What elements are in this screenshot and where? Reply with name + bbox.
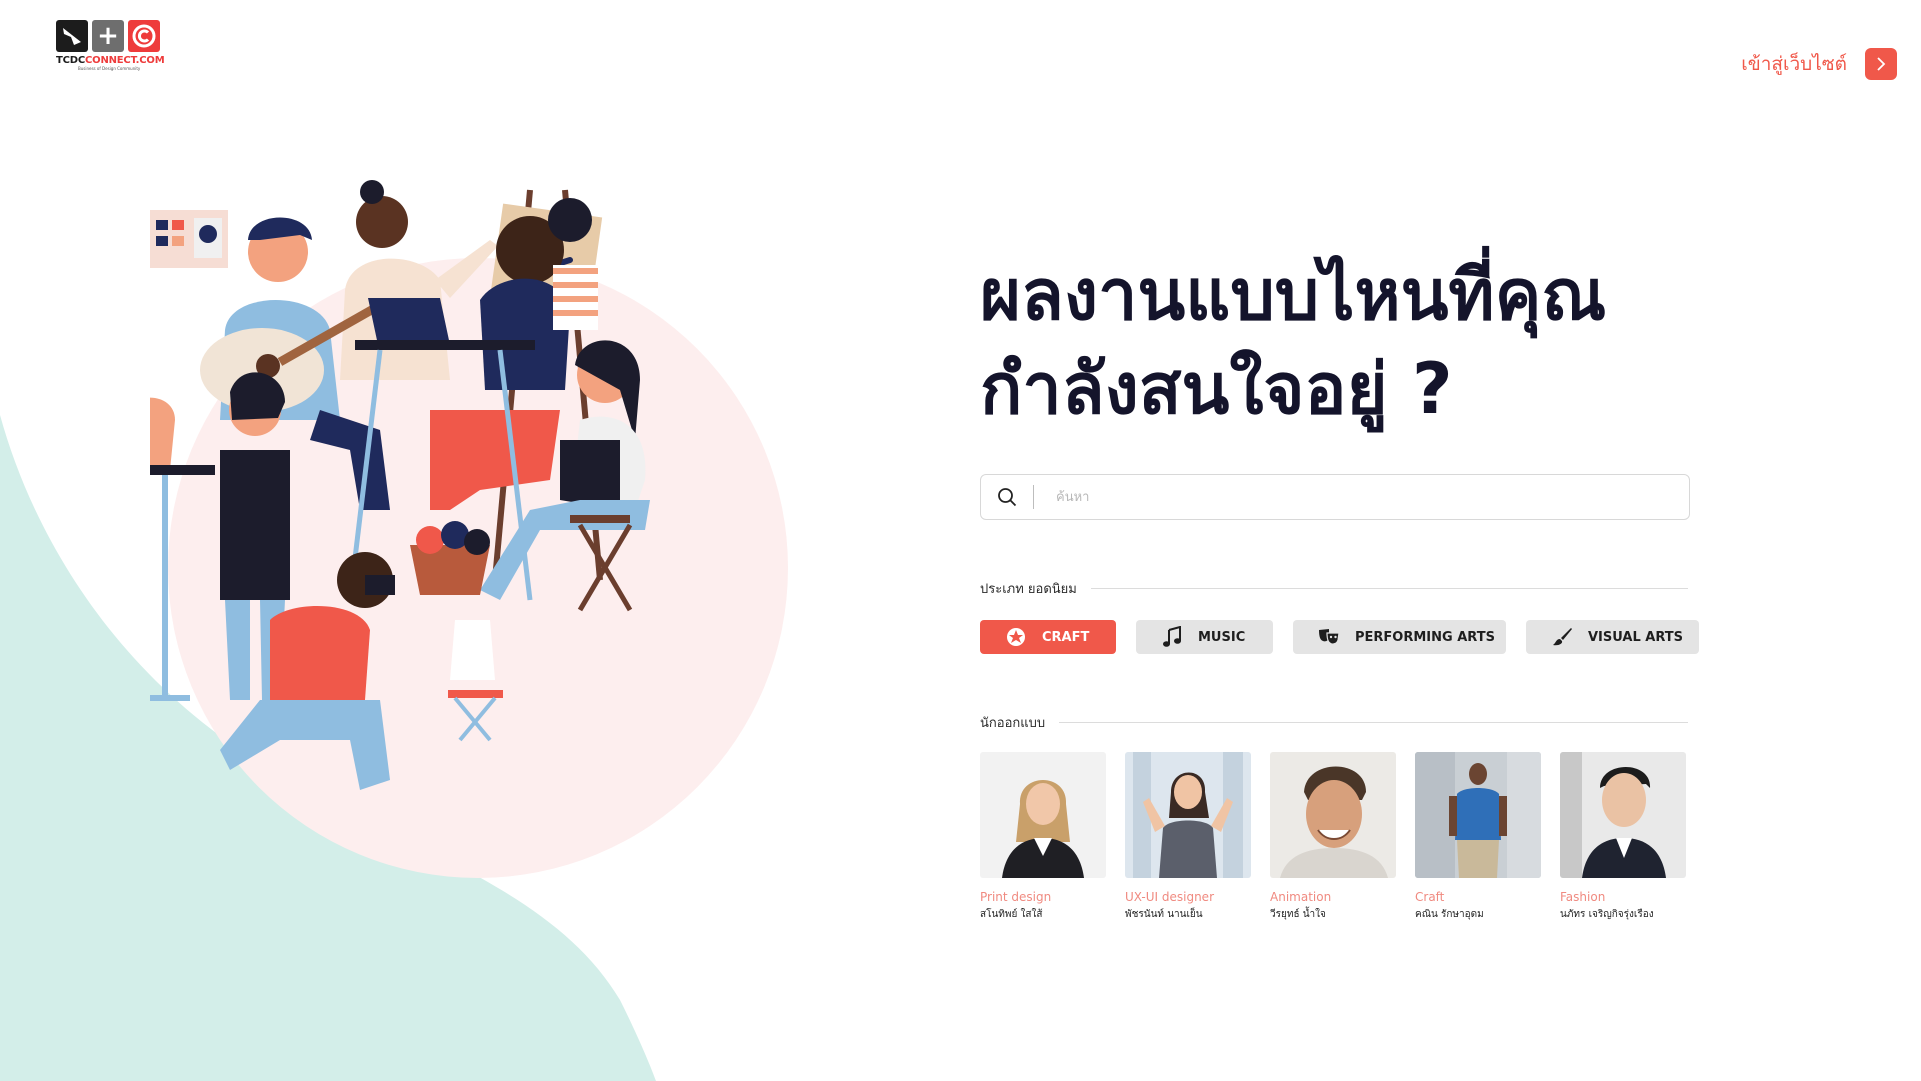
category-list: CRAFT MUSIC PERFORMING ARTS VISUAL ARTS: [980, 620, 1699, 654]
designer-card[interactable]: Print design สโนทิพย์ ใสใส้: [980, 752, 1106, 922]
designers-section-header: นักออกแบบ: [980, 712, 1688, 733]
wall-palette-card: [150, 210, 228, 268]
designer-list: Print design สโนทิพย์ ใสใส้ UX-UI design…: [980, 752, 1686, 922]
category-craft-button[interactable]: CRAFT: [980, 620, 1116, 654]
designer-photo: [980, 752, 1106, 878]
designer-name: สโนทิพย์ ใสใส้: [980, 909, 1043, 920]
sculptor-figure: [150, 372, 290, 701]
tcdc-connect-logo[interactable]: + TCDCCONNECT.COM Business of Design Com…: [56, 20, 168, 74]
designer-name: คณิน รักษาอุดม: [1415, 909, 1484, 920]
logo-text-connect: CONNECT.COM: [85, 55, 165, 66]
designer-name: พัชรนันท์ นานเย็น: [1125, 909, 1203, 920]
enter-website-label: เข้าสู่เว็บไซต์: [1741, 53, 1847, 75]
hero-line-2: กำลังสนใจอยู่ ?: [980, 348, 1453, 430]
search-bar[interactable]: [980, 474, 1690, 520]
category-label: VISUAL ARTS: [1588, 629, 1684, 645]
chevron-right-icon[interactable]: [1865, 48, 1897, 80]
hero-line-1: ผลงานแบบไหนที่คุณ: [980, 254, 1607, 336]
category-label: PERFORMING ARTS: [1355, 629, 1495, 645]
theater-masks-icon: [1317, 625, 1341, 649]
craft-badge-icon: [1004, 625, 1028, 649]
search-icon[interactable]: [981, 487, 1033, 507]
designer-photo: [1415, 752, 1541, 878]
designer-name: วีรยุทธ์ น้ำใจ: [1270, 909, 1326, 920]
music-note-icon: [1160, 625, 1184, 649]
designer-card[interactable]: Craft คณิน รักษาอุดม: [1415, 752, 1541, 922]
category-label: MUSIC: [1198, 629, 1246, 645]
paint-brush-icon: [1550, 625, 1574, 649]
logo-copyright-icon: [128, 20, 160, 52]
hero-headline: ผลงานแบบไหนที่คุณ กำลังสนใจอยู่ ?: [980, 248, 1740, 436]
section-divider: [1059, 722, 1688, 723]
category-music-button[interactable]: MUSIC: [1136, 620, 1273, 654]
logo-mark-icon: [56, 20, 88, 52]
logo-text-tcdc: TCDC: [56, 55, 85, 66]
striped-flag: [553, 265, 598, 330]
designer-role: UX-UI designer: [1125, 890, 1214, 904]
enter-website-link[interactable]: เข้าสู่เว็บไซต์: [1741, 48, 1897, 80]
designer-card[interactable]: UX-UI designer พัชรนันท์ นานเย็น: [1125, 752, 1251, 922]
categories-section-header: ประเภท ยอดนิยม: [980, 578, 1688, 599]
category-visual-arts-button[interactable]: VISUAL ARTS: [1526, 620, 1699, 654]
designer-role: Craft: [1415, 890, 1445, 904]
category-performing-arts-button[interactable]: PERFORMING ARTS: [1293, 620, 1506, 654]
section-divider: [1090, 588, 1688, 589]
designer-role: Print design: [980, 890, 1052, 904]
logo-subtitle: Business of Design Community: [78, 66, 141, 71]
creative-people-illustration: [150, 180, 650, 790]
search-divider: [1033, 485, 1034, 509]
designer-role: Fashion: [1560, 890, 1606, 904]
designer-card[interactable]: Fashion นภัทร เจริญกิจรุ่งเรือง: [1560, 752, 1686, 922]
designer-card[interactable]: Animation วีรยุทธ์ น้ำใจ: [1270, 752, 1396, 922]
designer-role: Animation: [1270, 890, 1332, 904]
designers-title: นักออกแบบ: [980, 716, 1046, 731]
designer-photo: [1270, 752, 1396, 878]
categories-title: ประเภท ยอดนิยม: [980, 582, 1077, 597]
designer-name: นภัทร เจริญกิจรุ่งเรือง: [1560, 909, 1654, 920]
stool-plant: [448, 620, 503, 742]
search-input[interactable]: [1054, 476, 1689, 518]
yarn-basket: [410, 521, 490, 595]
designer-photo: [1560, 752, 1686, 878]
logo-plus-icon: +: [92, 20, 124, 52]
designer-photo: [1125, 752, 1251, 878]
category-label: CRAFT: [1042, 629, 1090, 645]
